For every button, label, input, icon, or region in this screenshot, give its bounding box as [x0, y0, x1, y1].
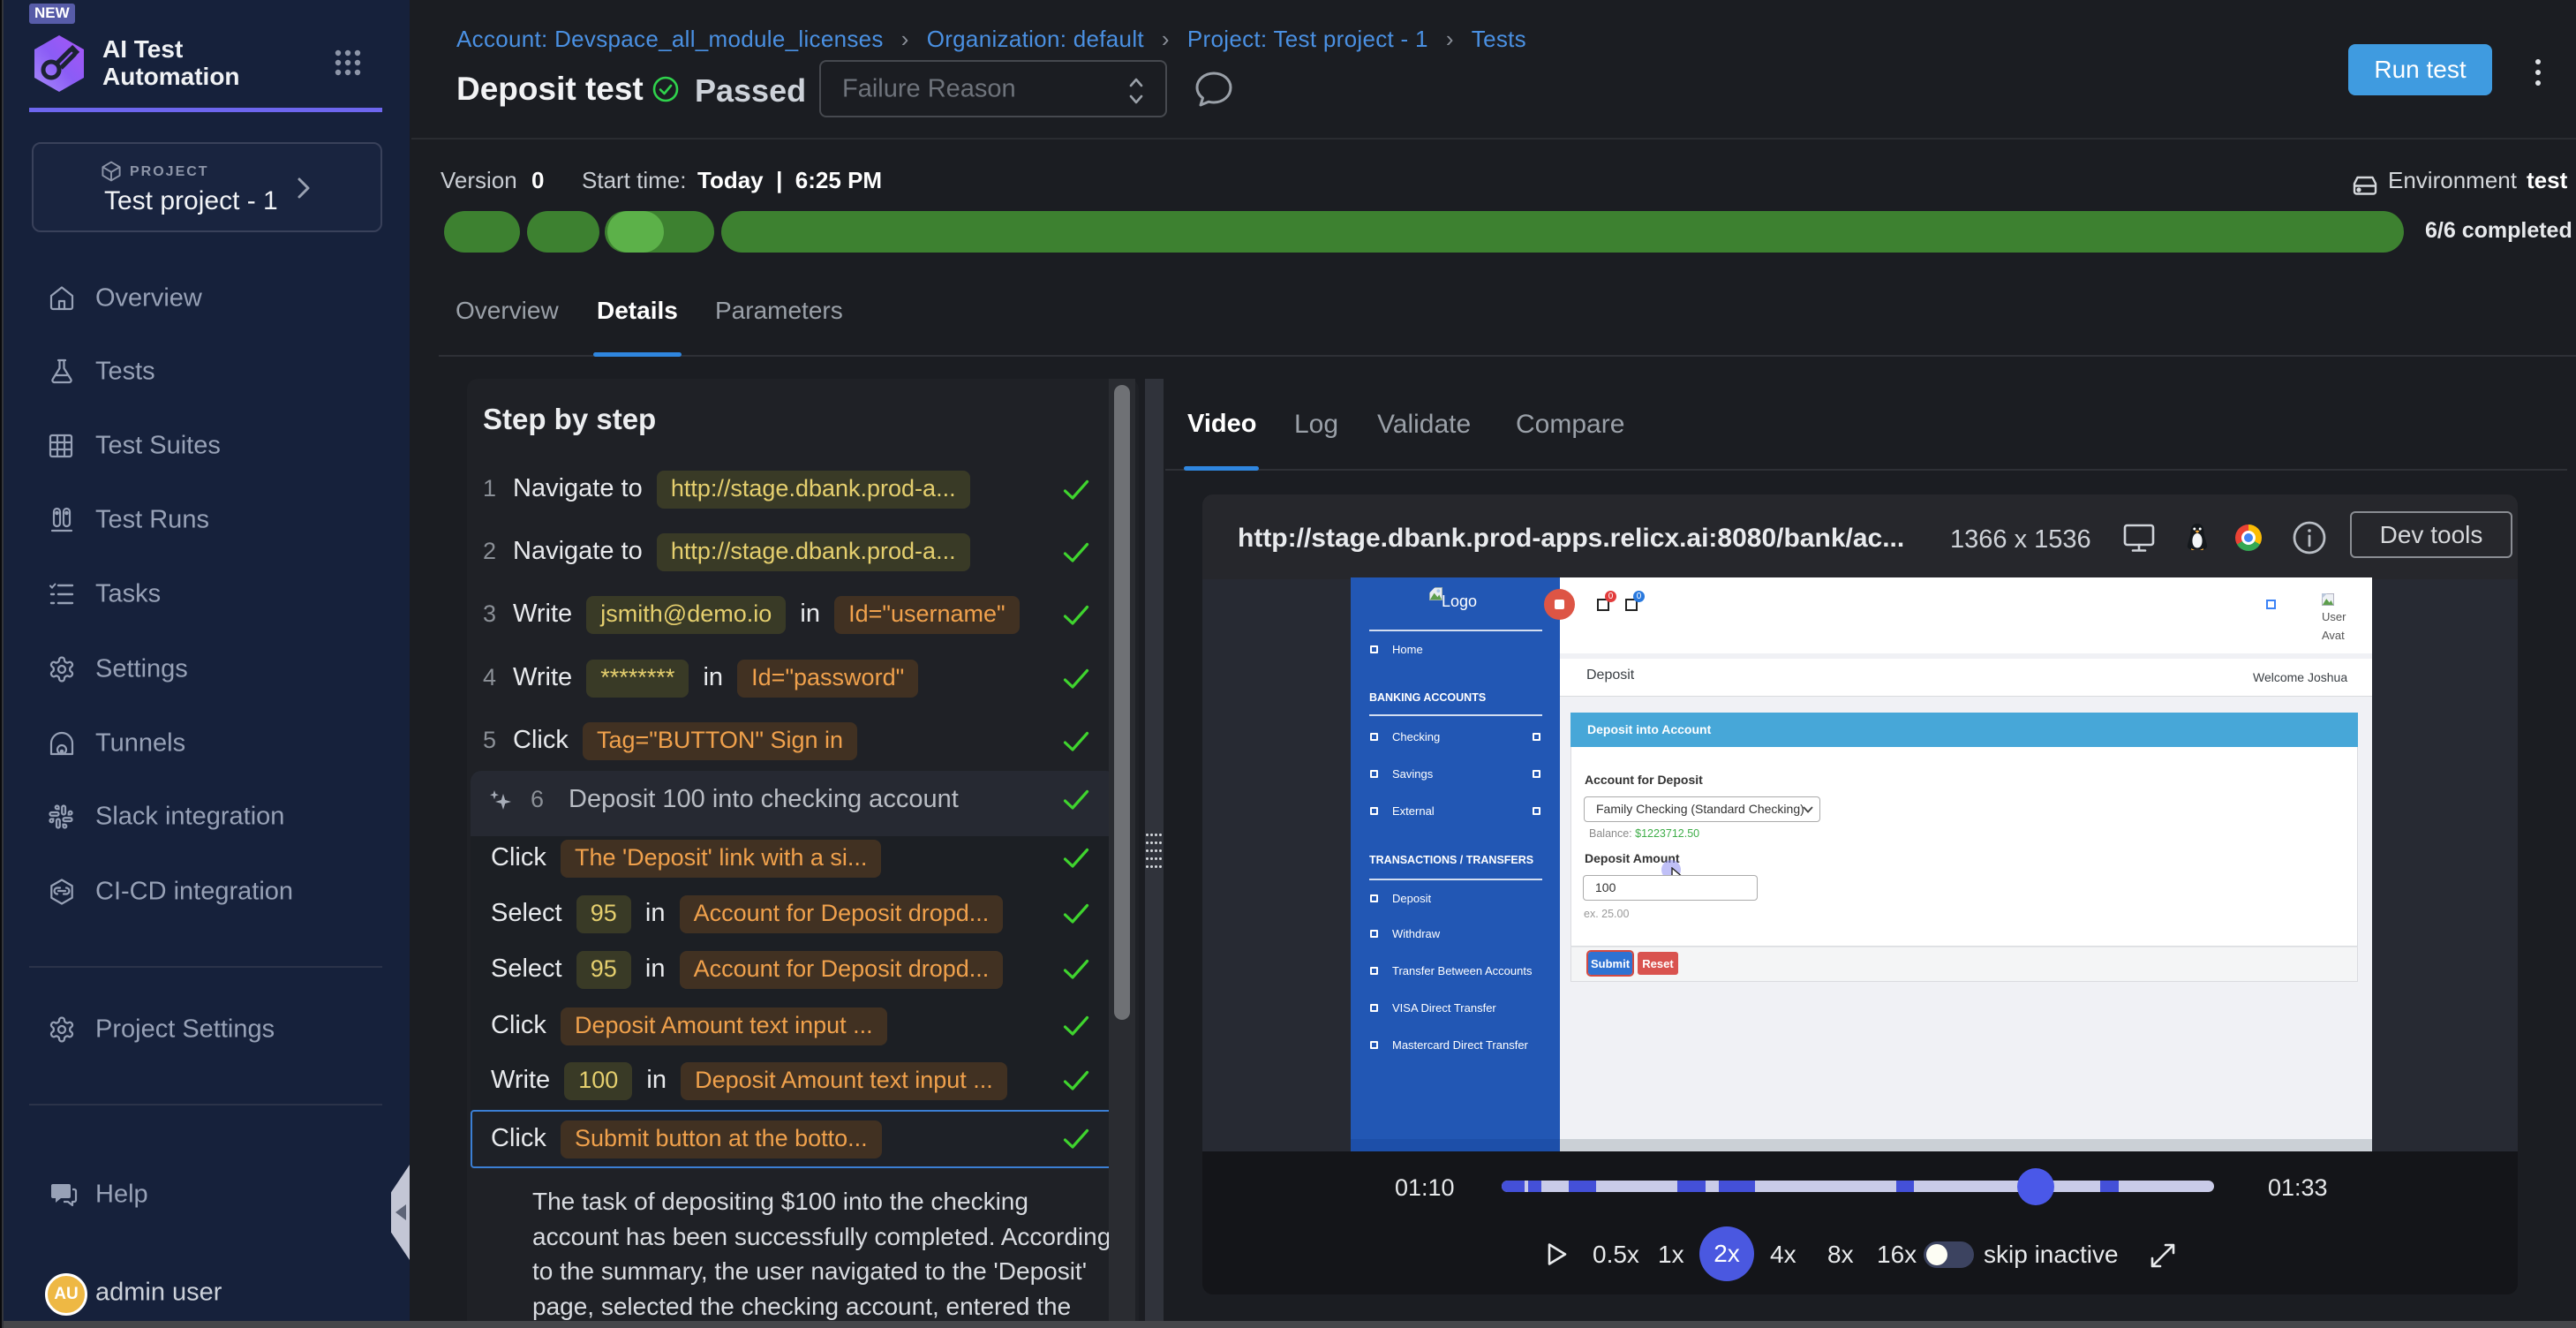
- svg-text:?: ?: [56, 1185, 64, 1198]
